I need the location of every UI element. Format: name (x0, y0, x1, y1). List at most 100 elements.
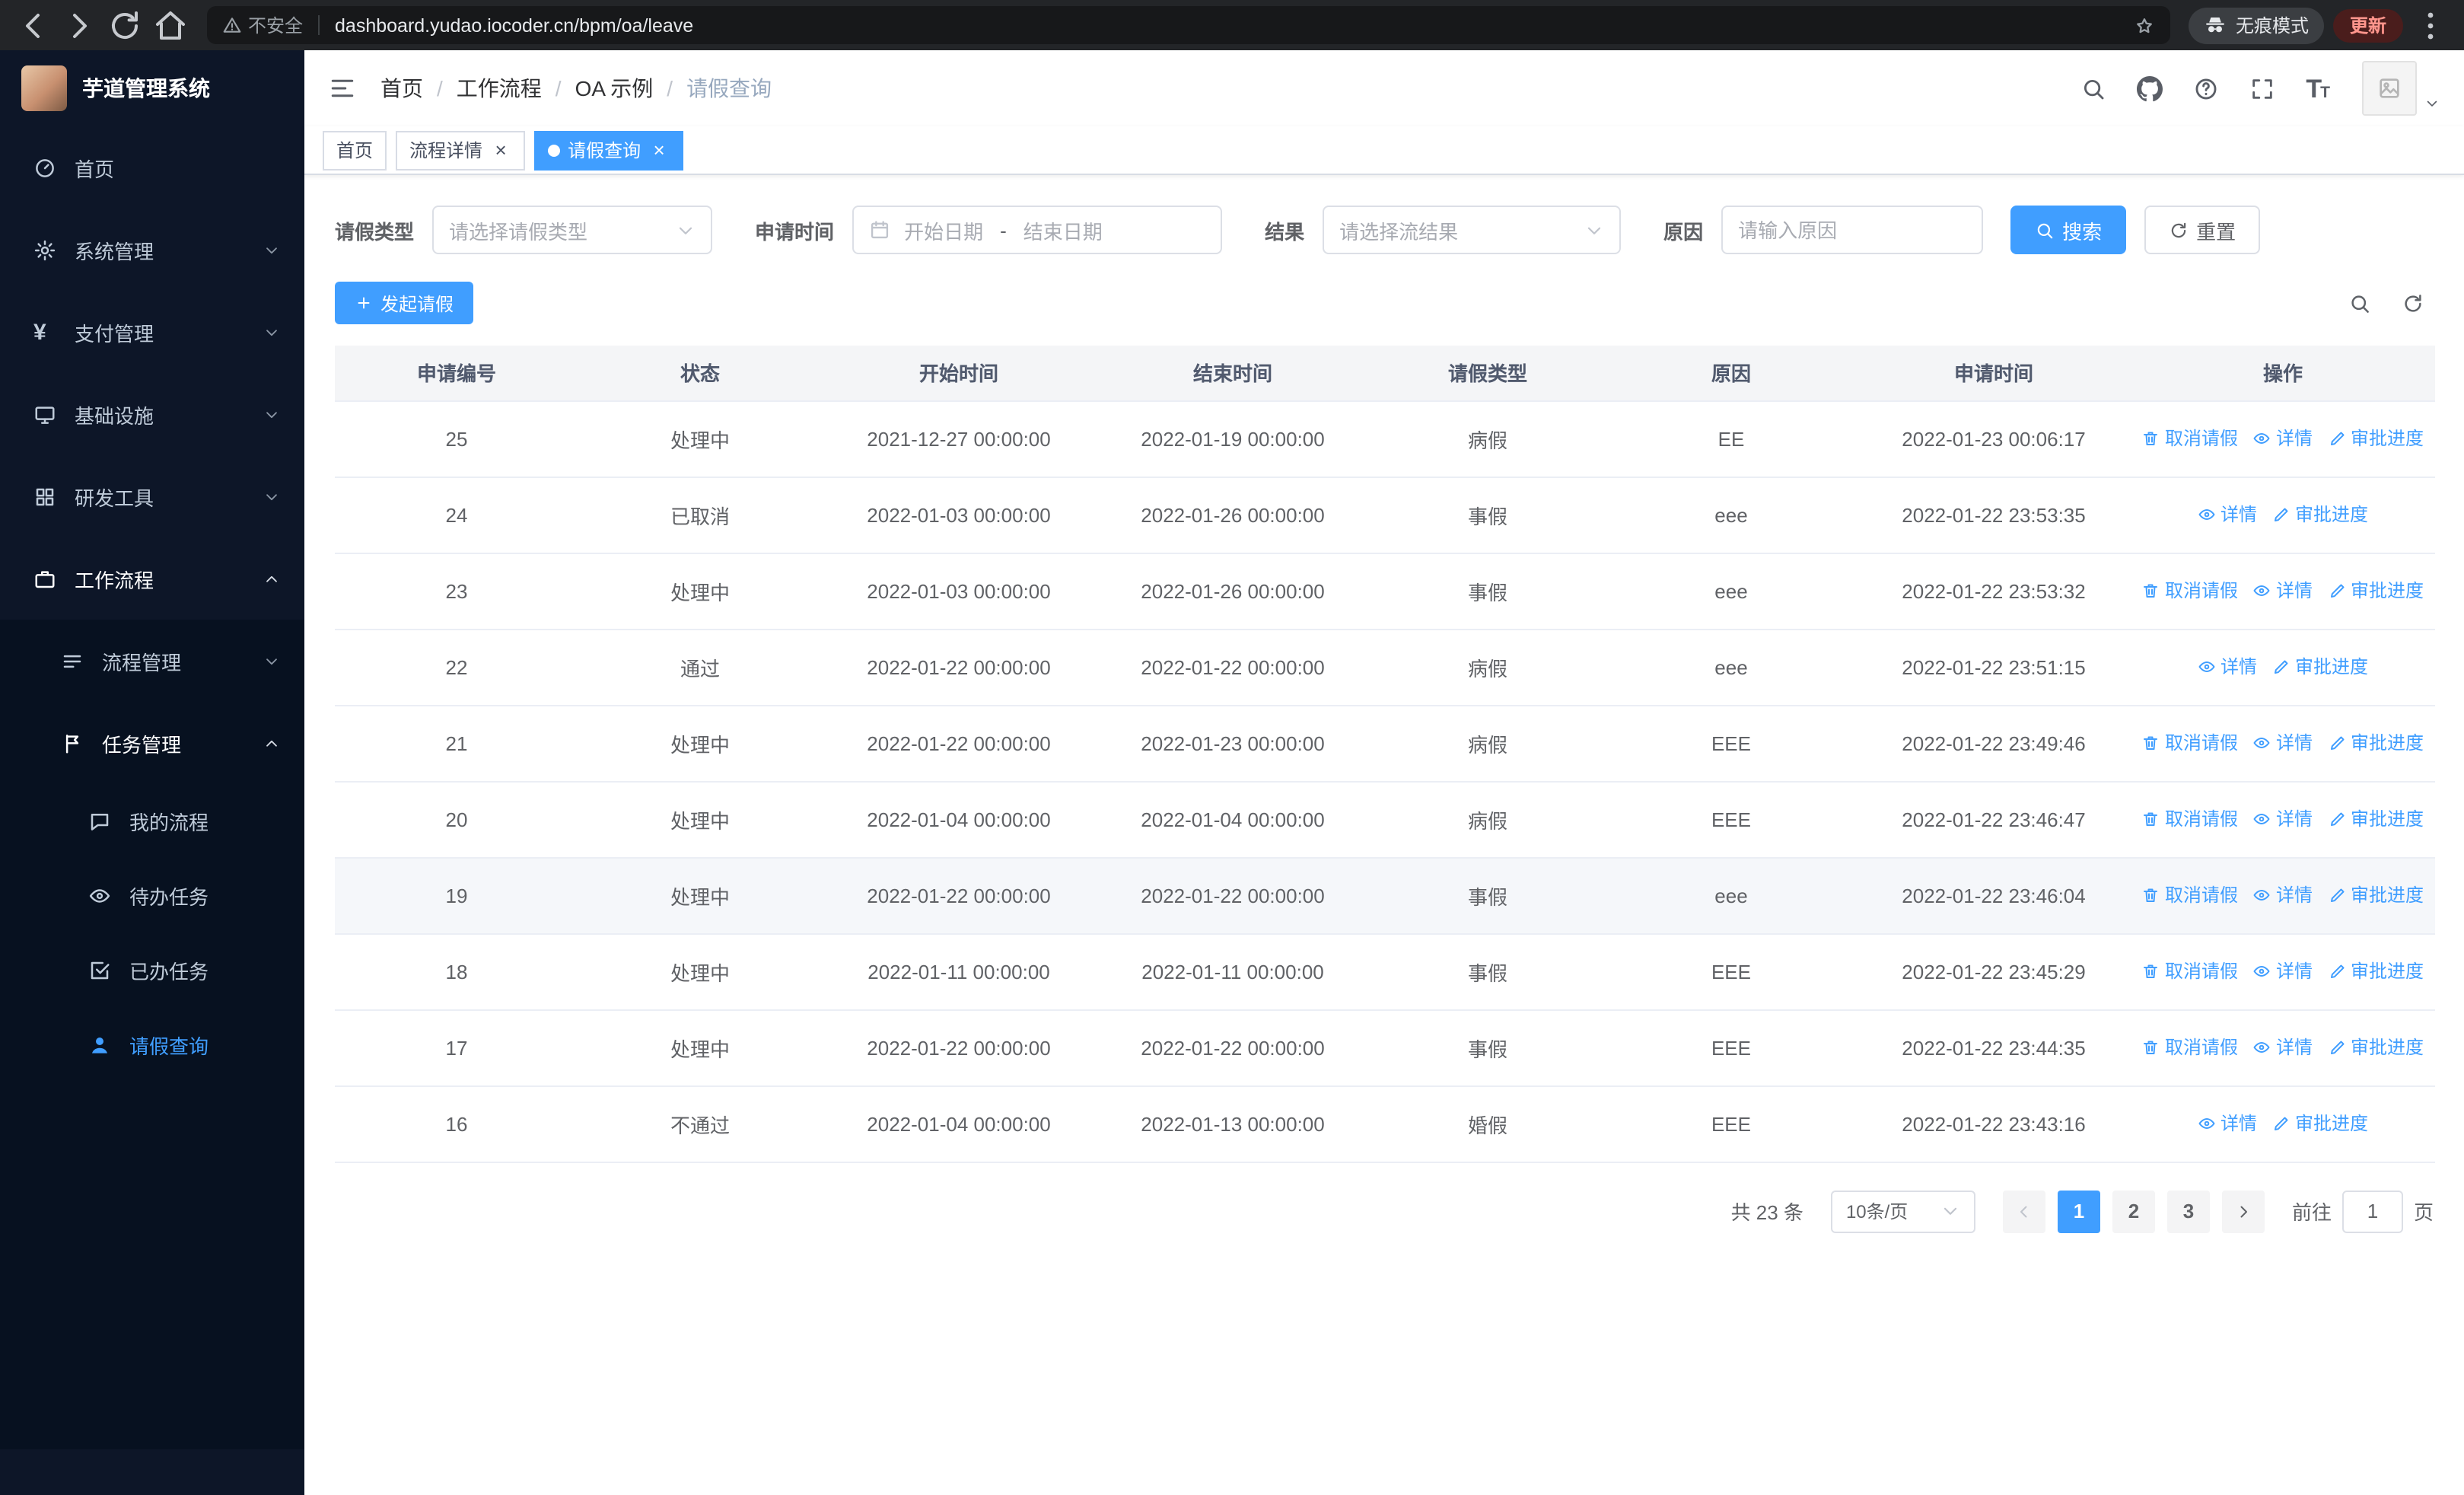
table-actions-cell: 详情 审批进度 (2131, 477, 2435, 553)
detail-action-link[interactable]: 详情 (2253, 578, 2313, 604)
table-row: 20 处理中 2022-01-04 00:00:00 2022-01-04 00:00… (335, 781, 2435, 858)
sidebar-item-10[interactable]: 待办任务 (0, 859, 304, 933)
cancel-action-link[interactable]: 取消请假 (2142, 578, 2238, 604)
font-size-button[interactable]: TT (2306, 75, 2330, 101)
sidebar-item-8[interactable]: 任务管理 (0, 702, 304, 784)
page-button-3[interactable]: 3 (2166, 1190, 2210, 1232)
detail-action-link[interactable]: 详情 (2253, 1034, 2313, 1060)
detail-action-link[interactable]: 详情 (2253, 882, 2313, 908)
tab-label: 请假查询 (568, 140, 641, 161)
home-button[interactable] (152, 7, 189, 43)
sidebar-item-label: 基础设施 (75, 404, 154, 427)
sidebar-item-1[interactable]: 首页 (0, 126, 304, 209)
sidebar-item-label: 工作流程 (75, 569, 154, 591)
forward-button[interactable] (61, 7, 97, 43)
action-label: 审批进度 (2295, 656, 2369, 678)
cancel-action-link[interactable]: 取消请假 (2142, 806, 2238, 832)
search-submit-button[interactable]: 搜索 (2010, 206, 2127, 254)
refresh-table-button[interactable] (2402, 292, 2424, 314)
user-avatar-menu[interactable] (2362, 61, 2440, 116)
sidebar-toggle-button[interactable] (329, 75, 356, 102)
create-leave-button[interactable]: 发起请假 (335, 282, 474, 324)
progress-action-link[interactable]: 审批进度 (2328, 958, 2424, 984)
prev-page-button[interactable] (2002, 1190, 2045, 1232)
table-header-cell: 开始时间 (822, 346, 1096, 401)
security-badge[interactable]: 不安全 (222, 12, 303, 38)
sidebar-item-label: 待办任务 (129, 886, 209, 909)
reload-button[interactable] (107, 7, 143, 43)
progress-action-link[interactable]: 审批进度 (2272, 502, 2368, 528)
tab-close-icon[interactable]: × (490, 139, 511, 161)
progress-action-link[interactable]: 审批进度 (2328, 426, 2424, 451)
detail-action-link[interactable]: 详情 (2198, 1111, 2257, 1136)
search-button-label: 搜索 (2062, 220, 2103, 243)
sidebar-item-7[interactable]: 流程管理 (0, 620, 304, 702)
update-button[interactable]: 更新 (2332, 8, 2403, 42)
detail-action-link[interactable]: 详情 (2253, 426, 2313, 451)
reason-input[interactable] (1738, 218, 1967, 241)
table-actions-cell: 取消请假 详情 审批进度 (2131, 553, 2435, 630)
sidebar-item-3[interactable]: ¥ 支付管理 (0, 291, 304, 373)
progress-action-link[interactable]: 审批进度 (2328, 1034, 2424, 1060)
page-button-2[interactable]: 2 (2112, 1190, 2155, 1232)
page-size-select[interactable]: 10条/页 (1830, 1190, 1975, 1232)
progress-action-link[interactable]: 审批进度 (2328, 882, 2424, 908)
sidebar-item-9[interactable]: 我的流程 (0, 784, 304, 859)
fullscreen-button[interactable] (2249, 75, 2275, 101)
cancel-action-link[interactable]: 取消请假 (2142, 730, 2238, 756)
table-cell: 2022-01-23 00:06:17 (1857, 400, 2131, 477)
table-cell: 2022-01-22 23:53:32 (1857, 553, 2131, 630)
chevron-down-icon (263, 488, 280, 505)
breadcrumb-item[interactable]: 首页 (380, 73, 423, 104)
cancel-action-link[interactable]: 取消请假 (2142, 958, 2238, 984)
breadcrumb-item[interactable]: 工作流程 (457, 73, 542, 104)
progress-action-link[interactable]: 审批进度 (2328, 806, 2424, 832)
browser-menu-button[interactable] (2412, 7, 2449, 43)
gear-icon (33, 238, 59, 261)
tab-close-icon[interactable]: × (648, 139, 670, 161)
date-range-picker[interactable]: 开始日期 - 结束日期 (852, 206, 1223, 254)
sidebar-item-5[interactable]: 研发工具 (0, 455, 304, 537)
address-bar[interactable]: 不安全 dashboard.yudao.iocoder.cn/bpm/oa/le… (207, 6, 2170, 44)
action-label: 取消请假 (2164, 1037, 2238, 1059)
sidebar-item-6[interactable]: 工作流程 (0, 537, 304, 620)
progress-action-link[interactable]: 审批进度 (2272, 1111, 2368, 1136)
sidebar-item-11[interactable]: 已办任务 (0, 933, 304, 1008)
detail-action-link[interactable]: 详情 (2198, 502, 2257, 528)
action-label: 审批进度 (2351, 732, 2424, 754)
cancel-action-link[interactable]: 取消请假 (2142, 882, 2238, 908)
filter-leave-type: 请假类型 请选择请假类型 (335, 206, 713, 254)
next-page-button[interactable] (2221, 1190, 2265, 1232)
detail-action-link[interactable]: 详情 (2253, 806, 2313, 832)
tab-3[interactable]: 请假查询 × (534, 130, 684, 170)
detail-action-link[interactable]: 详情 (2253, 958, 2313, 984)
reset-button[interactable]: 重置 (2144, 206, 2261, 254)
tab-2[interactable]: 流程详情 × (396, 130, 526, 170)
table-cell: 2022-01-22 23:43:16 (1857, 1085, 2131, 1162)
tab-1[interactable]: 首页 (323, 130, 387, 170)
search-button[interactable] (2080, 75, 2106, 101)
cancel-action-link[interactable]: 取消请假 (2142, 426, 2238, 451)
help-button[interactable] (2193, 75, 2219, 101)
detail-action-link[interactable]: 详情 (2198, 654, 2257, 680)
goto-page-input[interactable] (2341, 1190, 2403, 1232)
bookmark-star-icon[interactable] (2134, 14, 2155, 36)
page-button-1[interactable]: 1 (2057, 1190, 2100, 1232)
leave-type-select[interactable]: 请选择请假类型 (432, 206, 713, 254)
incognito-badge: 无痕模式 (2188, 7, 2324, 43)
sidebar-item-2[interactable]: 系统管理 (0, 209, 304, 291)
progress-action-link[interactable]: 审批进度 (2328, 730, 2424, 756)
action-label: 审批进度 (2295, 1113, 2369, 1135)
toggle-search-button[interactable] (2348, 292, 2371, 314)
progress-action-link[interactable]: 审批进度 (2328, 578, 2424, 604)
sidebar-item-12[interactable]: 请假查询 (0, 1008, 304, 1082)
cancel-action-link[interactable]: 取消请假 (2142, 1034, 2238, 1060)
result-select[interactable]: 请选择流结果 (1323, 206, 1622, 254)
sidebar-item-4[interactable]: 基础设施 (0, 373, 304, 455)
breadcrumb-item[interactable]: OA 示例 (575, 73, 654, 104)
edit-icon (2328, 734, 2346, 752)
github-button[interactable] (2137, 75, 2163, 101)
detail-action-link[interactable]: 详情 (2253, 730, 2313, 756)
progress-action-link[interactable]: 审批进度 (2272, 654, 2368, 680)
back-button[interactable] (15, 7, 52, 43)
